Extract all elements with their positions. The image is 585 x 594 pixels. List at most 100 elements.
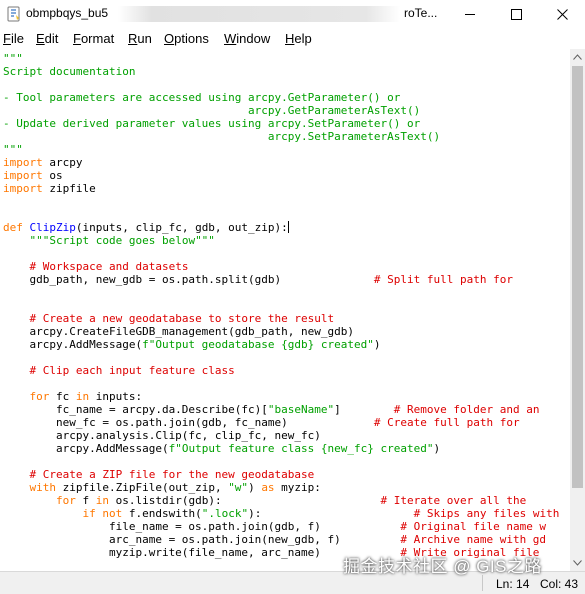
code-token: # Create a ZIP file for the new geodatab… bbox=[29, 468, 315, 481]
code-line: arcpy.AddMessage(f"Output feature class … bbox=[3, 442, 440, 455]
code-token: arcpy.AddMessage( bbox=[3, 442, 169, 455]
chevron-down-icon bbox=[573, 560, 582, 566]
menu-file[interactable]: File bbox=[3, 31, 24, 46]
code-token: "w" bbox=[228, 481, 249, 494]
code-token: f bbox=[75, 494, 96, 507]
menu-help-label: elp bbox=[294, 31, 312, 46]
menu-help[interactable]: Help bbox=[285, 31, 312, 46]
code-line: def ClipZip(inputs, clip_fc, gdb, out_zi… bbox=[3, 221, 289, 234]
status-column-number: Col: 43 bbox=[540, 577, 579, 591]
code-token: arcpy.AddMessage( bbox=[3, 338, 143, 351]
code-token: ] bbox=[334, 403, 394, 416]
close-icon bbox=[556, 9, 568, 20]
window-title-start: obmpbqys_bu5 bbox=[26, 6, 109, 20]
menu-window-accel: W bbox=[224, 31, 237, 46]
status-divider bbox=[482, 575, 483, 591]
code-token: in bbox=[95, 494, 109, 507]
menu-bar: File Edit Format Run Options Window Help bbox=[0, 29, 585, 49]
menu-options[interactable]: Options bbox=[164, 31, 209, 46]
code-line: - Tool parameters are accessed using arc… bbox=[3, 91, 400, 104]
code-token: arcpy.analysis.Clip(fc, clip_fc, new_fc) bbox=[3, 429, 321, 442]
python-feather-icon[interactable] bbox=[6, 6, 22, 22]
code-token: with bbox=[29, 481, 57, 494]
maximize-button[interactable] bbox=[493, 0, 539, 29]
code-line: for fc in inputs: bbox=[3, 390, 143, 403]
code-line: arcpy.SetParameterAsText() bbox=[3, 130, 440, 143]
code-token: as bbox=[261, 481, 275, 494]
code-line: file_name = os.path.join(gdb, f) # Origi… bbox=[3, 520, 546, 533]
code-token: Script documentation bbox=[3, 65, 136, 78]
code-token: fc_name = arcpy.da.Describe(fc)[ bbox=[3, 403, 268, 416]
redacted-title-region bbox=[118, 6, 400, 22]
code-line: Script documentation bbox=[3, 65, 135, 78]
code-token: # Iterate over all the bbox=[380, 494, 527, 507]
menu-help-accel: H bbox=[285, 31, 295, 46]
menu-window[interactable]: Window bbox=[224, 31, 270, 46]
code-token: arcpy bbox=[42, 156, 83, 169]
code-line: # Clip each input feature class bbox=[3, 364, 235, 377]
code-token: file_name = os.path.join(gdb, f) bbox=[3, 520, 401, 533]
code-token: ): bbox=[248, 507, 414, 520]
code-line: # Create a ZIP file for the new geodatab… bbox=[3, 468, 315, 481]
code-line: # Workspace and datasets bbox=[3, 260, 189, 273]
code-line: """ bbox=[3, 143, 23, 156]
close-button[interactable] bbox=[539, 0, 585, 29]
code-token: for bbox=[29, 390, 50, 403]
code-line: gdb_path, new_gdb = os.path.split(gdb) #… bbox=[3, 273, 512, 286]
code-token: arcpy.SetParameterAsText() bbox=[3, 130, 441, 143]
code-line: import os bbox=[3, 169, 63, 182]
scroll-up-button[interactable] bbox=[570, 49, 585, 65]
code-token: fc bbox=[49, 390, 76, 403]
menu-file-accel: F bbox=[3, 31, 11, 46]
code-token: # Clip each input feature class bbox=[29, 364, 235, 377]
window-title-end: roTe... bbox=[404, 6, 438, 20]
code-token: gdb_path, new_gdb = os.path.split(gdb) bbox=[3, 273, 374, 286]
code-token: - Update derived parameter values using … bbox=[3, 117, 421, 130]
menu-edit[interactable]: Edit bbox=[36, 31, 58, 46]
status-line-number: Ln: 14 bbox=[496, 577, 530, 591]
title-bar: obmpbqys_bu5 roTe... bbox=[0, 0, 585, 29]
menu-options-accel: O bbox=[164, 31, 175, 46]
code-token: # Archive name with gd bbox=[400, 533, 547, 546]
code-line: import arcpy bbox=[3, 156, 83, 169]
code-line: if not f.endswith(".lock"): # Skips any … bbox=[3, 507, 559, 520]
code-token: # Create a new geodatabase to store the … bbox=[29, 312, 335, 325]
maximize-icon bbox=[510, 9, 522, 20]
code-token: ) bbox=[248, 481, 262, 494]
menu-window-label: indow bbox=[236, 31, 271, 46]
code-token: # Skips any files with bbox=[413, 507, 560, 520]
code-line: for f in os.listdir(gdb): # Iterate over… bbox=[3, 494, 526, 507]
code-token: f.endswith( bbox=[122, 507, 202, 520]
code-token: # Workspace and datasets bbox=[29, 260, 189, 273]
code-editor[interactable]: """ Script documentation - Tool parameters… bbox=[0, 49, 570, 569]
code-line: import zipfile bbox=[3, 182, 96, 195]
code-token: ) bbox=[373, 338, 381, 351]
code-token: import bbox=[3, 156, 43, 169]
vertical-scrollbar[interactable] bbox=[570, 49, 585, 571]
menu-run[interactable]: Run bbox=[128, 31, 152, 46]
menu-format[interactable]: Format bbox=[73, 31, 114, 46]
code-token: arcpy.GetParameterAsText() bbox=[3, 104, 421, 117]
code-line: # Create a new geodatabase to store the … bbox=[3, 312, 335, 325]
scroll-down-button[interactable] bbox=[570, 555, 585, 571]
code-token: os bbox=[42, 169, 63, 182]
menu-options-label: ptions bbox=[174, 31, 209, 46]
code-token: zipfile.ZipFile(out_zip, bbox=[56, 481, 229, 494]
code-token: new_fc = os.path.join(gdb, fc_name) bbox=[3, 416, 374, 429]
code-token: """ bbox=[3, 52, 23, 65]
minimize-button[interactable] bbox=[447, 0, 493, 29]
chevron-up-icon bbox=[573, 54, 582, 60]
code-token: myzip: bbox=[274, 481, 321, 494]
code-line: new_fc = os.path.join(gdb, fc_name) # Cr… bbox=[3, 416, 520, 429]
menu-edit-accel: E bbox=[36, 31, 45, 46]
scroll-thumb[interactable] bbox=[572, 66, 583, 488]
code-token: - Tool parameters are accessed using arc… bbox=[3, 91, 401, 104]
